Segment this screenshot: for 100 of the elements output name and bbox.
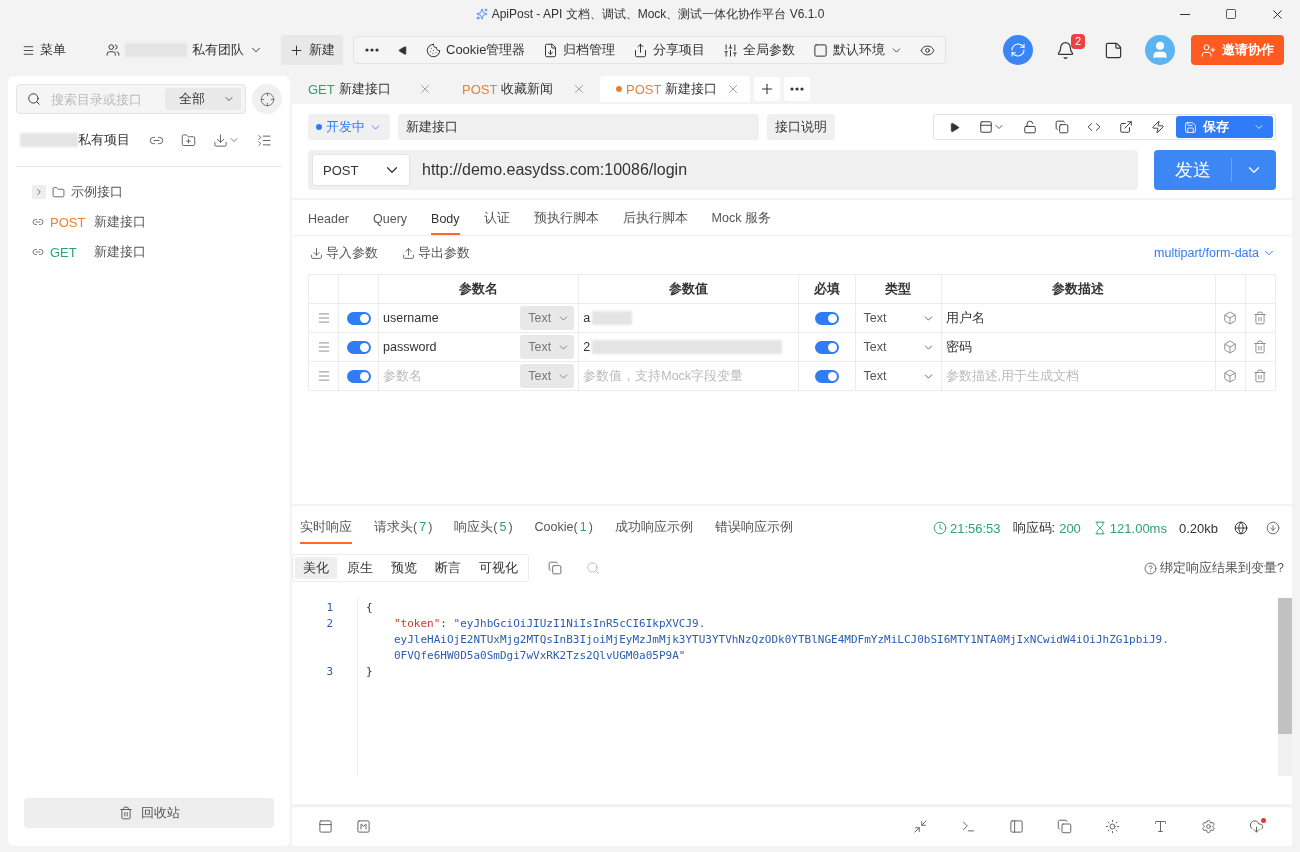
drag-handle-icon: [316, 311, 331, 325]
status-code: 200: [1059, 520, 1081, 536]
required-toggle[interactable]: [815, 311, 839, 325]
markdown-icon: [355, 819, 371, 834]
param-description[interactable]: 用户名: [945, 310, 985, 325]
trash-button[interactable]: 回收站: [24, 798, 274, 828]
url-field[interactable]: http://demo.easydss.com:10086/login: [420, 160, 1134, 180]
sun-icon: [1104, 819, 1120, 834]
toolbar-button[interactable]: Cookie管理器: [418, 38, 534, 62]
more-icon: [365, 48, 379, 52]
enable-toggle[interactable]: [346, 369, 371, 383]
request-tab[interactable]: POST 收藏新闻: [446, 76, 596, 102]
param-tab[interactable]: Body: [431, 204, 460, 235]
folder-item[interactable]: 示例接口: [16, 177, 282, 207]
cube-icon: [1223, 340, 1238, 354]
param-description[interactable]: 密码: [945, 339, 972, 354]
doc-button[interactable]: 接口说明: [767, 114, 835, 140]
toolbar-button[interactable]: 默认环境: [805, 38, 912, 62]
upload-icon: [402, 246, 415, 260]
param-tab[interactable]: Mock 服务: [711, 204, 771, 235]
sliders-icon: [723, 42, 739, 58]
field-type-selector[interactable]: Text: [520, 335, 575, 359]
request-tab[interactable]: POST 新建接口: [600, 76, 750, 102]
response-tab[interactable]: 请求头( 7 ): [374, 512, 433, 544]
param-tab[interactable]: 认证: [483, 204, 510, 235]
param-tab[interactable]: 后执行脚本: [622, 204, 688, 235]
drag-handle-icon: [316, 369, 331, 383]
more-button[interactable]: [784, 77, 810, 101]
sync-button[interactable]: [1003, 35, 1033, 65]
view-tab[interactable]: 原生: [339, 557, 381, 579]
add-tab-button[interactable]: [754, 77, 780, 101]
enable-toggle[interactable]: [346, 311, 371, 325]
locate-button[interactable]: [252, 84, 282, 114]
cloud-icon: [1248, 819, 1264, 834]
response-tab[interactable]: Cookie( 1 ): [534, 512, 593, 544]
triangle-icon: [397, 45, 407, 55]
sync-icon: [1010, 42, 1026, 58]
param-value[interactable]: 2: [583, 340, 591, 354]
api-item[interactable]: POST 新建接口: [16, 207, 282, 237]
maximize-icon: [1225, 8, 1237, 20]
menu-icon: [22, 43, 35, 57]
save-button[interactable]: 保存: [1176, 116, 1273, 138]
param-value[interactable]: a: [583, 311, 591, 325]
api-item[interactable]: GET 新建接口: [16, 237, 282, 267]
bind-link[interactable]: 绑定响应结果到变量?: [1144, 559, 1284, 577]
bell-icon: [1055, 40, 1075, 60]
required-toggle[interactable]: [815, 340, 839, 354]
send-button[interactable]: 发送: [1154, 150, 1276, 190]
search-icon: [586, 561, 600, 575]
team-selector[interactable]: 私有团队: [98, 35, 271, 65]
scope-selector[interactable]: 全部: [165, 88, 241, 110]
unlock-icon: [1023, 120, 1037, 134]
name-field[interactable]: 新建接口: [398, 114, 759, 140]
tab-title: 收藏新闻: [501, 80, 554, 98]
required-toggle[interactable]: [815, 369, 839, 383]
line-number: 2: [326, 617, 333, 630]
more-icon: [790, 87, 804, 91]
field-type-selector[interactable]: Text: [520, 306, 575, 330]
view-tab[interactable]: 预览: [383, 557, 425, 579]
menu-button[interactable]: 菜单: [14, 35, 74, 65]
copy-icon: [1055, 120, 1069, 134]
request-tab[interactable]: GET 新建接口: [292, 76, 442, 102]
view-tab[interactable]: 美化: [295, 557, 337, 579]
redacted-block: [20, 133, 78, 147]
import-params-link[interactable]: 导入参数: [310, 244, 378, 262]
new-button[interactable]: 新建: [281, 35, 343, 65]
param-name[interactable]: password: [383, 340, 437, 354]
notification-badge: 2: [1070, 34, 1085, 49]
delete-icon: [1253, 311, 1268, 325]
url-bar[interactable]: POST http://demo.easydss.com:10086/login: [308, 150, 1138, 190]
field-type-selector[interactable]: Text: [520, 364, 575, 388]
response-tab[interactable]: 实时响应: [300, 512, 352, 544]
status-selector[interactable]: 开发中: [308, 114, 390, 140]
view-tab[interactable]: 可视化: [471, 557, 526, 579]
param-tab[interactable]: Query: [373, 204, 408, 235]
toolbar-button[interactable]: 分享项目: [625, 38, 714, 62]
terminal-icon: [960, 819, 976, 834]
method-label: POST: [462, 81, 498, 97]
folder-icon: [52, 185, 65, 199]
toolbar-button[interactable]: 全局参数: [715, 38, 804, 62]
enable-toggle[interactable]: [346, 340, 371, 354]
delete-icon: [1253, 340, 1268, 354]
play-icon: [948, 121, 960, 133]
toolbar-button[interactable]: 归档管理: [535, 38, 624, 62]
param-tab[interactable]: 预执行脚本: [533, 204, 599, 235]
body-type-selector[interactable]: multipart/form-data: [1154, 246, 1276, 260]
scrollbar[interactable]: [1278, 598, 1292, 776]
view-tab[interactable]: 断言: [427, 557, 469, 579]
avatar[interactable]: [1145, 35, 1175, 65]
response-tab[interactable]: 错误响应示例: [714, 512, 793, 544]
response-tab[interactable]: 响应头( 5 ): [454, 512, 513, 544]
method-selector[interactable]: POST: [312, 154, 410, 186]
response-tab[interactable]: 成功响应示例: [614, 512, 693, 544]
redacted-block: [592, 311, 633, 325]
export-params-link[interactable]: 导出参数: [402, 244, 470, 262]
status-dot: [316, 124, 322, 130]
param-tab[interactable]: Header: [308, 204, 349, 235]
settings-icon: [1200, 819, 1216, 834]
param-name[interactable]: username: [383, 311, 439, 325]
link-icon: [32, 246, 44, 258]
